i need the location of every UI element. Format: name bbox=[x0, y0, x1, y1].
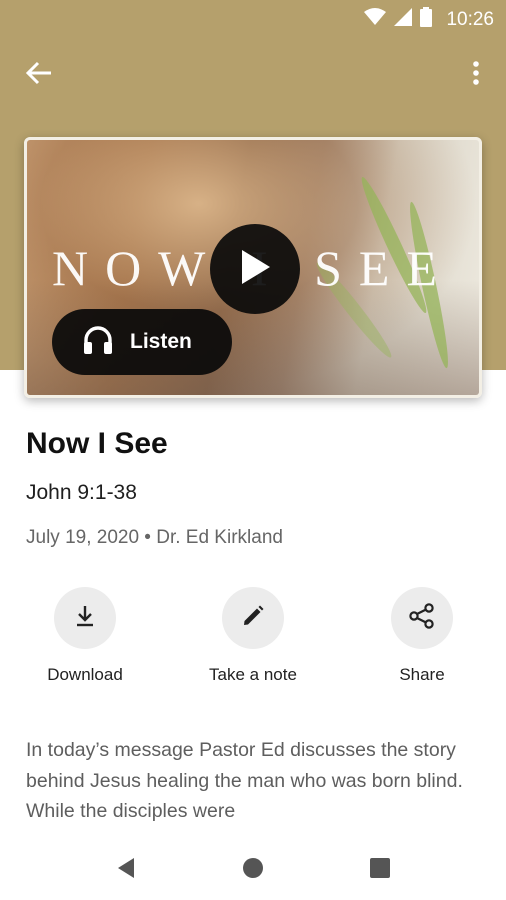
nav-back-icon bbox=[116, 857, 136, 884]
download-label: Download bbox=[47, 665, 123, 684]
nav-recents-icon bbox=[370, 857, 390, 883]
scripture-reference: John 9:1-38 bbox=[26, 481, 137, 504]
play-button[interactable] bbox=[210, 224, 300, 314]
signal-icon bbox=[394, 8, 413, 31]
share-label: Share bbox=[399, 665, 445, 684]
nav-home-icon bbox=[242, 857, 264, 884]
back-arrow-icon bbox=[25, 61, 52, 90]
sermon-title: Now I See bbox=[26, 427, 168, 460]
more-vert-icon bbox=[473, 60, 479, 90]
overflow-menu-button[interactable] bbox=[464, 58, 488, 92]
download-action[interactable]: Download bbox=[10, 587, 160, 685]
status-bar: 10:26 bbox=[0, 0, 506, 38]
share-button[interactable] bbox=[391, 587, 453, 649]
share-action[interactable]: Share bbox=[347, 587, 497, 685]
sermon-description: In today’s message Pastor Ed discusses t… bbox=[26, 739, 463, 822]
download-button[interactable] bbox=[54, 587, 116, 649]
system-nav-bar bbox=[0, 840, 506, 900]
action-row: Download Take a note Share bbox=[0, 587, 506, 697]
headphones-icon bbox=[82, 325, 114, 360]
listen-label: Listen bbox=[130, 330, 192, 353]
take-note-action[interactable]: Take a note bbox=[178, 587, 328, 685]
app-bar bbox=[0, 48, 506, 100]
status-time: 10:26 bbox=[446, 8, 494, 30]
battery-icon bbox=[420, 7, 433, 32]
wifi-icon bbox=[364, 8, 387, 31]
nav-back-button[interactable] bbox=[106, 854, 146, 886]
status-icons: 10:26 bbox=[364, 7, 494, 32]
nav-recents-button[interactable] bbox=[360, 854, 400, 886]
listen-button[interactable]: Listen bbox=[52, 309, 232, 375]
take-note-label: Take a note bbox=[209, 665, 297, 684]
play-icon bbox=[238, 248, 272, 291]
sermon-meta: July 19, 2020 • Dr. Ed Kirkland bbox=[26, 527, 283, 548]
sermon-artwork: NOW I SEE Listen bbox=[24, 137, 482, 398]
nav-home-button[interactable] bbox=[233, 854, 273, 886]
share-icon bbox=[409, 602, 435, 634]
pencil-icon bbox=[241, 604, 265, 633]
take-note-button[interactable] bbox=[222, 587, 284, 649]
back-button[interactable] bbox=[22, 58, 56, 92]
download-icon bbox=[73, 604, 97, 633]
